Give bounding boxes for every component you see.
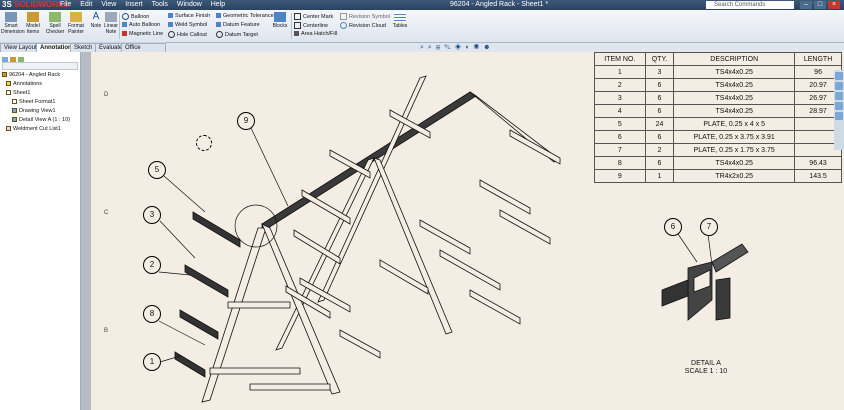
balloon-1[interactable]: 1 <box>143 353 161 371</box>
bom-header-qty: QTY. <box>644 52 675 66</box>
view-palette-icon[interactable] <box>835 102 843 110</box>
rack-frame <box>174 75 561 403</box>
bom-header-row: ITEM NO. QTY. DESCRIPTION LENGTH <box>594 52 842 66</box>
task-pane-tabs <box>834 70 844 150</box>
detail-view-label: DETAIL A SCALE 1 : 10 <box>680 360 732 376</box>
detail-scale: SCALE 1 : 10 <box>684 368 728 375</box>
detail-balloon-6[interactable]: 6 <box>664 218 682 236</box>
table-cell: PLATE, 0.25 x 3.75 x 3.91 <box>673 130 796 144</box>
balloon-9[interactable]: 9 <box>237 112 255 130</box>
balloon-8[interactable]: 8 <box>143 305 161 323</box>
table-cell: TS4x4x0.25 <box>673 78 796 92</box>
balloon-5[interactable]: 5 <box>148 161 166 179</box>
table-cell: 6 <box>644 130 675 144</box>
bom-header-item-no: ITEM NO. <box>594 52 646 66</box>
table-row[interactable]: 9 1 TR4x2x0.25 143.5 <box>594 169 842 183</box>
detail-balloon-7[interactable]: 7 <box>700 218 718 236</box>
table-cell: 143.5 <box>794 169 842 183</box>
table-cell: 6 <box>644 91 675 105</box>
table-cell: TS4x4x0.25 <box>673 91 796 105</box>
table-cell: PLATE, 0.25 x 1.75 x 3.75 <box>673 143 796 157</box>
table-row[interactable]: 8 6 TS4x4x0.25 96.43 <box>594 156 842 170</box>
table-cell: TS4x4x0.25 <box>673 104 796 118</box>
table-cell: 6 <box>594 130 646 144</box>
table-row[interactable]: 2 6 TS4x4x0.25 20.97 <box>594 78 842 92</box>
table-cell: 6 <box>644 78 675 92</box>
balloon-cursor-icon <box>196 135 212 151</box>
table-cell: 8 <box>594 156 646 170</box>
table-cell: 9 <box>594 169 646 183</box>
bom-header-length: LENGTH <box>794 52 842 66</box>
table-cell: 96.43 <box>794 156 842 170</box>
bom-header-description: DESCRIPTION <box>673 52 796 66</box>
table-cell: 2 <box>594 78 646 92</box>
appearances-icon[interactable] <box>835 112 843 120</box>
table-cell: TS4x4x0.25 <box>673 156 796 170</box>
bill-of-materials-table[interactable]: ITEM NO. QTY. DESCRIPTION LENGTH 1 3 TS4x4… <box>594 52 842 183</box>
resources-icon[interactable] <box>835 72 843 80</box>
table-cell: 2 <box>644 143 675 157</box>
table-cell: 6 <box>644 156 675 170</box>
balloon-3[interactable]: 3 <box>143 206 161 224</box>
table-row[interactable]: 5 24 PLATE, 0.25 x 4 x 5 <box>594 117 842 131</box>
detail-title: DETAIL A <box>691 360 721 367</box>
table-row[interactable]: 6 6 PLATE, 0.25 x 3.75 x 3.91 <box>594 130 842 144</box>
file-explorer-icon[interactable] <box>835 92 843 100</box>
table-cell: 6 <box>644 104 675 118</box>
table-cell: 4 <box>594 104 646 118</box>
table-cell: 7 <box>594 143 646 157</box>
table-row[interactable]: 7 2 PLATE, 0.25 x 1.75 x 3.75 <box>594 143 842 157</box>
table-row[interactable]: 1 3 TS4x4x0.25 96 <box>594 65 842 79</box>
balloon-2[interactable]: 2 <box>143 256 161 274</box>
table-cell: 5 <box>594 117 646 131</box>
table-cell: 1 <box>644 169 675 183</box>
table-row[interactable]: 3 6 TS4x4x0.25 26.97 <box>594 91 842 105</box>
table-row[interactable]: 4 6 TS4x4x0.25 28.97 <box>594 104 842 118</box>
detail-view-a <box>661 243 749 321</box>
table-cell: 1 <box>594 65 646 79</box>
table-cell: 3 <box>594 91 646 105</box>
table-cell: TR4x2x0.25 <box>673 169 796 183</box>
table-cell: PLATE, 0.25 x 4 x 5 <box>673 117 796 131</box>
table-cell: 3 <box>644 65 675 79</box>
design-library-icon[interactable] <box>835 82 843 90</box>
table-cell: TS4x4x0.25 <box>673 65 796 79</box>
bom-body: 1 3 TS4x4x0.25 96 2 6 TS4x4x0.25 20.97 3 6 TS4x4x0… <box>594 65 842 183</box>
table-cell: 24 <box>644 117 675 131</box>
